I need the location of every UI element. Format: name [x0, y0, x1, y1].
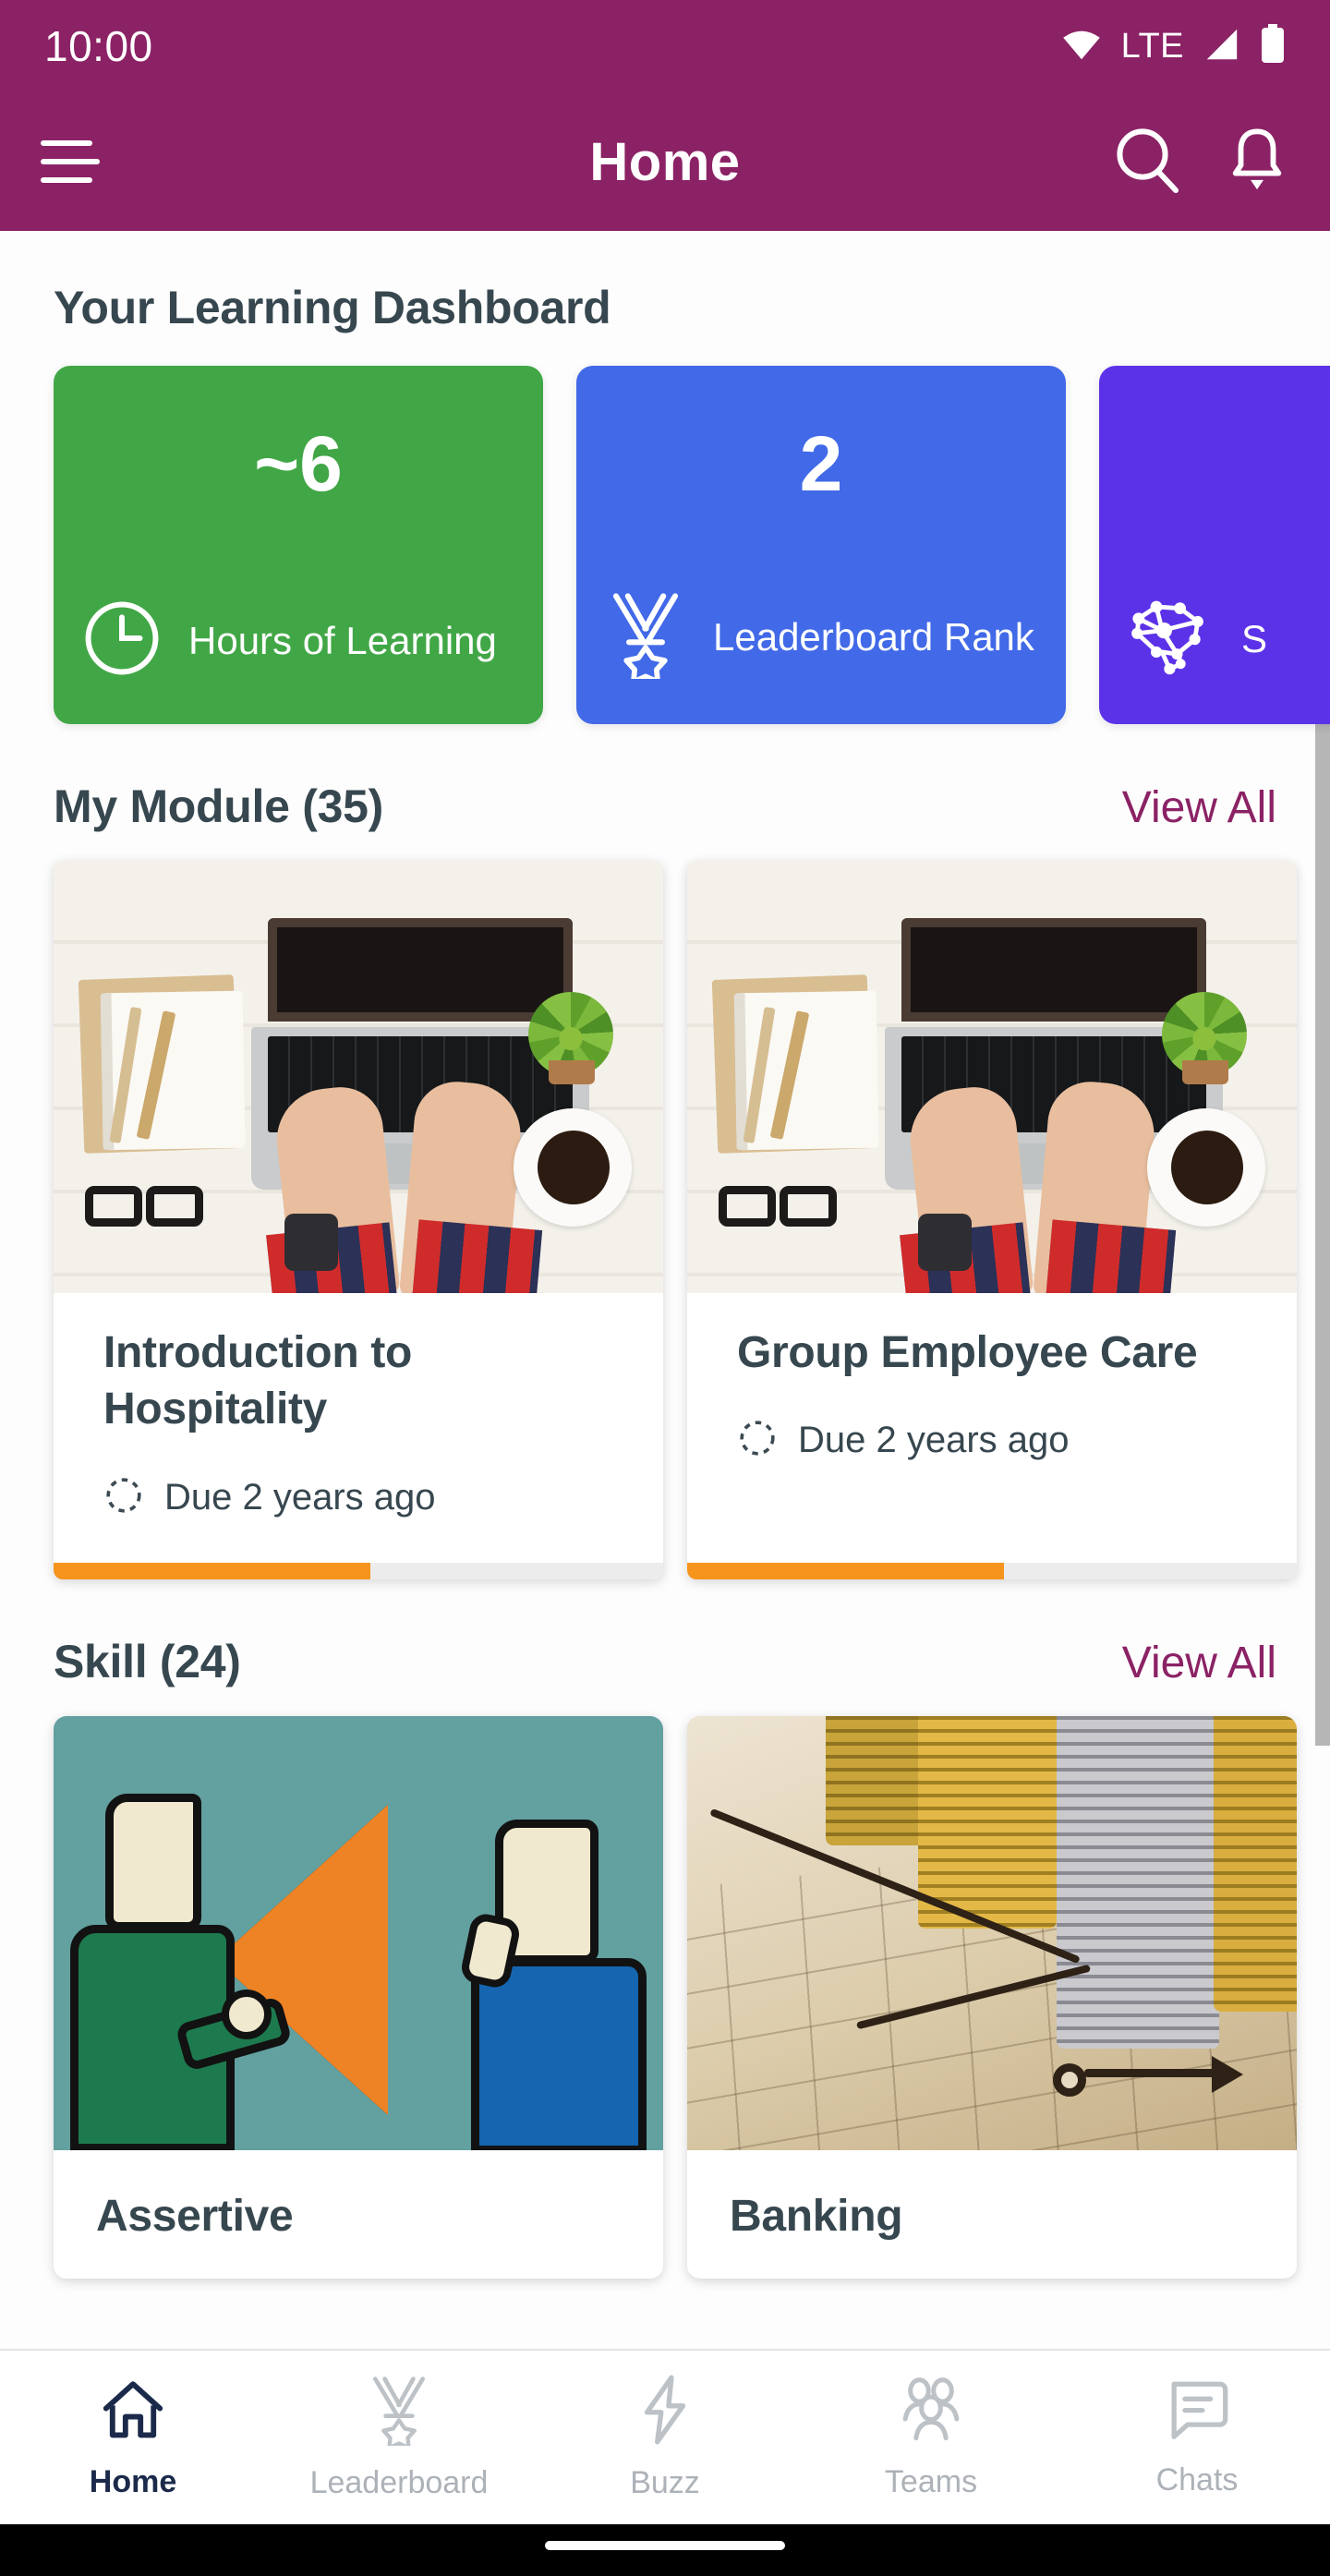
- medal-icon: [366, 2374, 432, 2450]
- skill-card[interactable]: Assertive: [54, 1715, 663, 2279]
- module-due-text: Due 2 years ago: [798, 1420, 1070, 1461]
- stat-card-footer: Hours of Learning: [81, 598, 515, 683]
- home-icon: [98, 2375, 168, 2449]
- scroll-content: Your Learning Dashboard ~6 Hours of Lear…: [0, 231, 1330, 2576]
- module-title: Group Employee Care: [737, 1328, 1198, 1377]
- modules-section-header: My Module (35) View All: [0, 724, 1330, 861]
- nav-item-teams[interactable]: Teams: [798, 2375, 1064, 2500]
- nav-label: Home: [89, 2464, 177, 2499]
- skill-title: Banking: [730, 2191, 903, 2241]
- wifi-icon: [1060, 28, 1103, 66]
- nav-item-leaderboard[interactable]: Leaderboard: [266, 2374, 532, 2501]
- nav-item-chats[interactable]: Chats: [1064, 2376, 1330, 2498]
- stat-cards-carousel[interactable]: ~6 Hours of Learning 2 Leaderboard Rank …: [0, 366, 1330, 724]
- bell-icon[interactable]: [1225, 124, 1289, 200]
- stat-value: ~6: [254, 420, 343, 507]
- skill-thumbnail: [54, 1715, 663, 2150]
- app-bar-actions: [1112, 124, 1289, 200]
- medal-icon: [604, 590, 687, 685]
- modules-view-all-link[interactable]: View All: [1122, 782, 1276, 833]
- search-icon[interactable]: [1112, 124, 1184, 200]
- skill-thumbnail: [687, 1715, 1297, 2150]
- stat-label: Hours of Learning: [188, 618, 497, 662]
- stat-card-footer: Leaderboard Rank: [604, 590, 1038, 685]
- module-due-row: Due 2 years ago: [103, 1475, 613, 1563]
- skill-card[interactable]: Banking: [687, 1715, 1297, 2279]
- module-thumbnail: [687, 861, 1297, 1293]
- stat-label: S: [1241, 616, 1268, 660]
- stat-card-footer: S: [1127, 594, 1330, 683]
- stat-card-skills[interactable]: S: [1099, 366, 1330, 724]
- module-due-row: Due 2 years ago: [737, 1418, 1247, 1506]
- skills-section-header: Skill (24) View All: [0, 1579, 1330, 1716]
- module-card[interactable]: Introduction to Hospitality Due 2 years …: [54, 861, 663, 1579]
- module-progress-bar: [687, 1562, 1297, 1579]
- module-progress-fill: [687, 1562, 1005, 1579]
- nav-label: Chats: [1155, 2462, 1239, 2497]
- gesture-pill[interactable]: [545, 2541, 785, 2550]
- module-due-text: Due 2 years ago: [164, 1476, 436, 1518]
- lightning-icon: [635, 2374, 695, 2450]
- nav-item-home[interactable]: Home: [0, 2375, 266, 2500]
- status-icons: LTE: [1060, 23, 1286, 69]
- module-title: Introduction to Hospitality: [103, 1328, 413, 1434]
- app-bar: Home: [0, 92, 1330, 231]
- dashboard-heading: Your Learning Dashboard: [54, 282, 611, 333]
- stat-value: 2: [799, 420, 843, 507]
- app-screen: 10:00 LTE Home Your Learning Dashboard ~…: [0, 0, 1330, 2576]
- stat-card-leaderboard[interactable]: 2 Leaderboard Rank: [576, 366, 1066, 724]
- modules-section-title: My Module (35): [54, 780, 383, 832]
- clock-icon: [81, 598, 163, 683]
- skills-carousel[interactable]: Assertive Banking: [0, 1715, 1330, 2279]
- skills-view-all-link[interactable]: View All: [1122, 1638, 1276, 1688]
- network-brain-icon: [1127, 594, 1215, 683]
- nav-item-buzz[interactable]: Buzz: [532, 2374, 798, 2501]
- dashed-circle-icon: [737, 1418, 778, 1463]
- stat-label: Leaderboard Rank: [713, 614, 1034, 659]
- people-icon: [895, 2375, 967, 2449]
- modules-carousel[interactable]: Introduction to Hospitality Due 2 years …: [0, 861, 1330, 1579]
- gesture-bar: [0, 2524, 1330, 2576]
- chat-bubble-icon: [1162, 2376, 1232, 2448]
- module-card-body: Group Employee Care Due 2 years ago: [687, 1293, 1297, 1563]
- skill-title: Assertive: [96, 2191, 294, 2241]
- module-card-body: Introduction to Hospitality Due 2 years …: [54, 1293, 663, 1563]
- skills-section-title: Skill (24): [54, 1635, 241, 1687]
- network-label: LTE: [1120, 26, 1184, 66]
- signal-icon: [1203, 28, 1241, 66]
- module-progress-fill: [54, 1562, 371, 1579]
- bottom-navigation: Home Leaderboard Buzz Teams Chats: [0, 2349, 1330, 2524]
- module-thumbnail: [54, 861, 663, 1293]
- dashed-circle-icon: [103, 1475, 144, 1520]
- nav-label: Teams: [884, 2464, 978, 2499]
- module-card[interactable]: Group Employee Care Due 2 years ago: [687, 861, 1297, 1579]
- nav-label: Leaderboard: [309, 2465, 489, 2500]
- hamburger-menu-icon[interactable]: [41, 140, 100, 183]
- nav-label: Buzz: [630, 2465, 700, 2500]
- module-progress-bar: [54, 1562, 663, 1579]
- dashboard-heading-row: Your Learning Dashboard: [0, 231, 1330, 366]
- battery-icon: [1260, 23, 1286, 69]
- stat-card-hours[interactable]: ~6 Hours of Learning: [54, 366, 543, 724]
- status-time: 10:00: [44, 22, 153, 70]
- status-bar: 10:00 LTE: [0, 0, 1330, 92]
